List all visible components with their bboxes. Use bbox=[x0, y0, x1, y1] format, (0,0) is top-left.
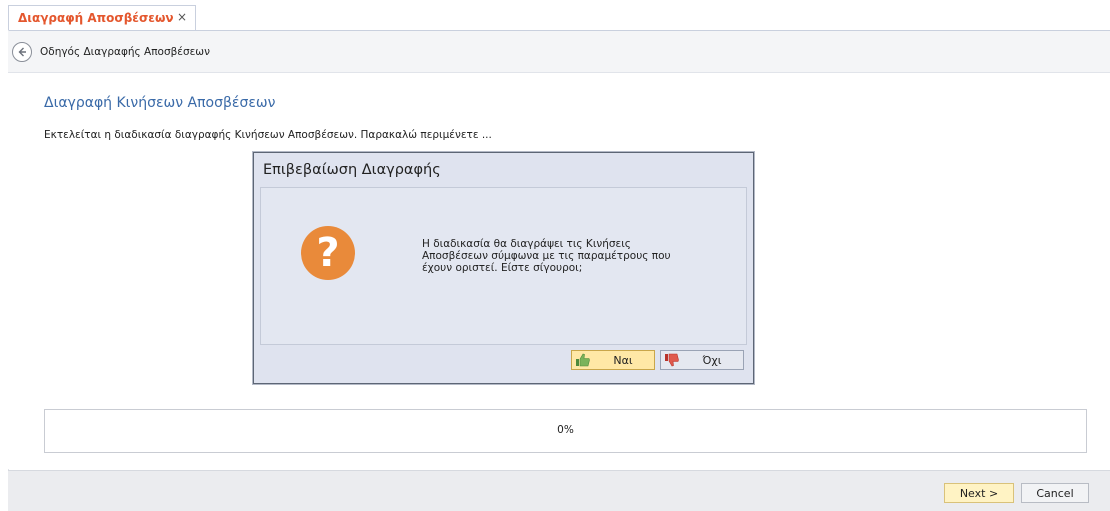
confirm-delete-dialog: Επιβεβαίωση Διαγραφής ? Η διαδικασία θα … bbox=[253, 152, 754, 384]
dialog-message-line: Η διαδικασία θα διαγράψει τις Κινήσεις bbox=[422, 238, 631, 250]
question-icon: ? bbox=[301, 226, 355, 280]
no-label: Όχι bbox=[702, 354, 722, 367]
close-icon[interactable]: × bbox=[177, 10, 187, 24]
next-button[interactable]: Next > bbox=[944, 483, 1014, 503]
tab-diagrafi-aposveseon[interactable]: Διαγραφή Αποσβέσεων × bbox=[8, 5, 196, 30]
dialog-message-line: Αποσβέσεων σύμφωνα με τις παραμέτρους πο… bbox=[422, 250, 671, 262]
tab-bar: Διαγραφή Αποσβέσεων × bbox=[0, 0, 1110, 31]
no-button[interactable]: Όχι bbox=[660, 350, 744, 370]
cancel-button[interactable]: Cancel bbox=[1021, 483, 1089, 503]
progress-bar: 0% bbox=[44, 409, 1087, 453]
tab-label: Διαγραφή Αποσβέσεων bbox=[18, 11, 174, 25]
breadcrumb: Οδηγός Διαγραφής Αποσβέσεων bbox=[8, 31, 1110, 73]
thumbs-down-icon bbox=[665, 353, 679, 367]
status-text: Εκτελείται η διαδικασία διαγραφής Κινήσε… bbox=[44, 129, 492, 141]
dialog-title: Επιβεβαίωση Διαγραφής bbox=[263, 162, 441, 178]
dialog-footer: Ναι Όχι bbox=[260, 345, 747, 378]
breadcrumb-text: Οδηγός Διαγραφής Αποσβέσεων bbox=[40, 46, 210, 58]
dialog-message: Η διαδικασία θα διαγράψει τις Κινήσεις Α… bbox=[422, 238, 692, 274]
yes-button[interactable]: Ναι bbox=[571, 350, 655, 370]
back-arrow-icon[interactable] bbox=[12, 42, 32, 62]
yes-label: Ναι bbox=[613, 354, 633, 367]
dialog-body: ? Η διαδικασία θα διαγράψει τις Κινήσεις… bbox=[260, 187, 747, 345]
page-title: Διαγραφή Κινήσεων Αποσβέσεων bbox=[44, 95, 276, 111]
thumbs-up-icon bbox=[576, 353, 590, 367]
dialog-message-line: έχουν οριστεί. Είστε σίγουροι; bbox=[422, 262, 583, 274]
wizard-footer: Next > Cancel bbox=[8, 470, 1110, 511]
progress-label: 0% bbox=[557, 424, 574, 436]
